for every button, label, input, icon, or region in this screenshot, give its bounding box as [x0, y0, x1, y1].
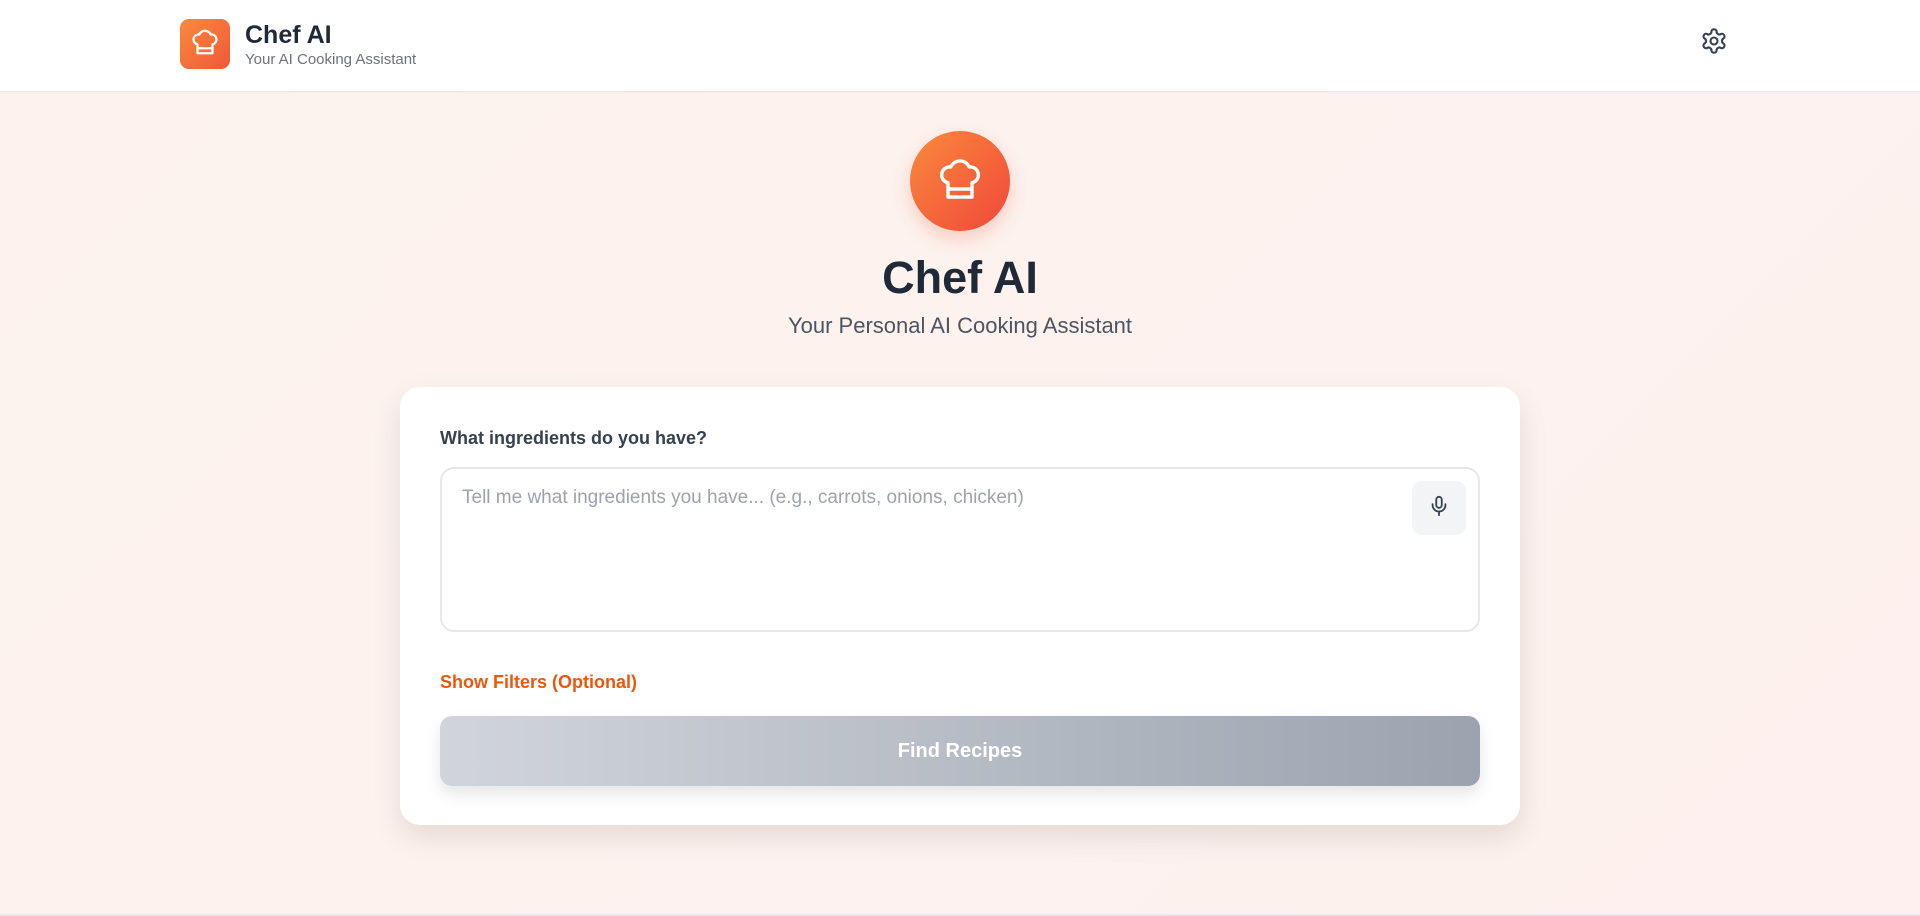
voice-input-button[interactable]: [1412, 481, 1466, 535]
hero-logo: [910, 131, 1010, 231]
brand[interactable]: Chef AI Your AI Cooking Assistant: [180, 19, 416, 69]
chef-hat-icon: [936, 155, 984, 208]
microphone-icon: [1428, 495, 1450, 522]
settings-button[interactable]: [1698, 27, 1730, 59]
ingredients-input[interactable]: [462, 487, 1382, 607]
find-recipes-button[interactable]: Find Recipes: [440, 716, 1480, 786]
brand-logo: [180, 19, 230, 69]
app-title: Chef AI: [245, 20, 332, 49]
app-header: Chef AI Your AI Cooking Assistant: [0, 0, 1920, 92]
page-subtitle: Your Personal AI Cooking Assistant: [787, 313, 1133, 338]
app-subtitle: Your AI Cooking Assistant: [245, 50, 417, 68]
gear-icon: [1700, 27, 1728, 60]
hero-section: Chef AI Your Personal AI Cooking Assista…: [0, 131, 1920, 339]
brand-text: Chef AI Your AI Cooking Assistant: [245, 20, 416, 69]
chef-hat-icon: [190, 27, 220, 62]
ingredients-input-container: [440, 467, 1480, 632]
ingredients-label: What ingredients do you have?: [440, 428, 708, 448]
ingredients-card: What ingredients do you have? Show Filte…: [400, 387, 1520, 825]
show-filters-button[interactable]: Show Filters (Optional): [440, 672, 637, 693]
page-title: Chef AI: [882, 252, 1038, 303]
